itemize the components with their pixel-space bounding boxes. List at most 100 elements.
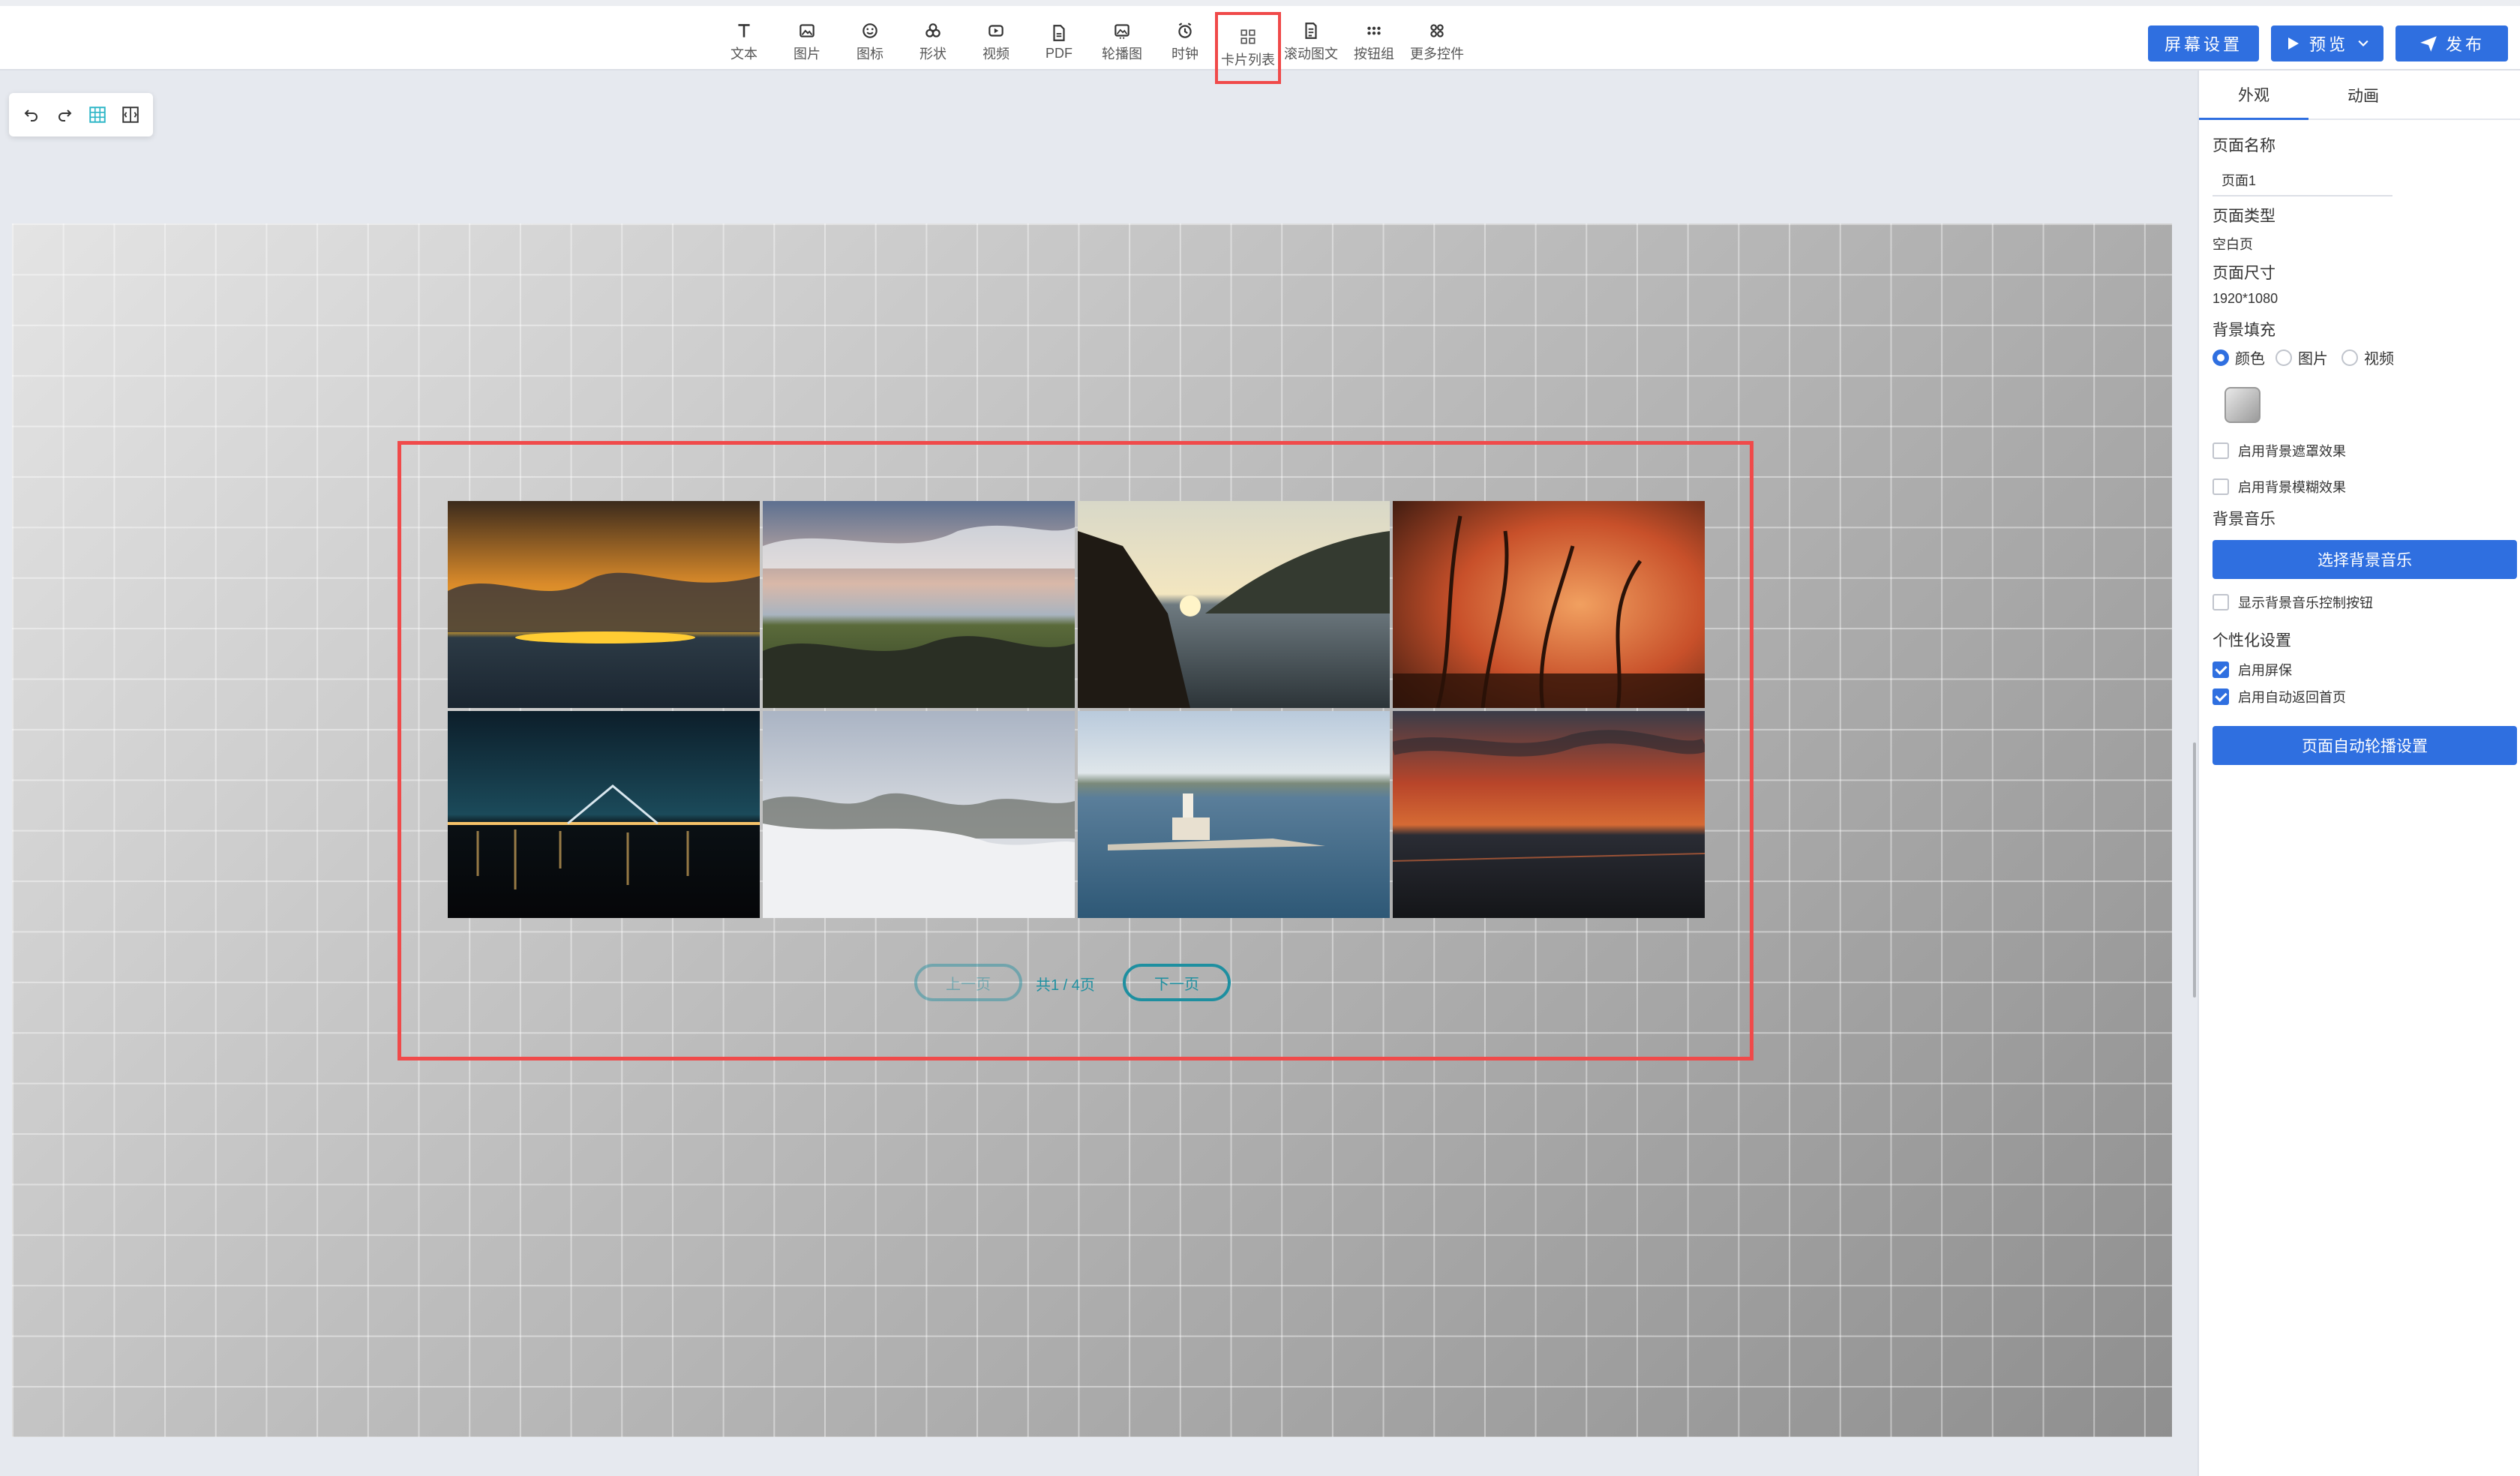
- pdf-icon: [1053, 24, 1065, 41]
- emoji-icon: [862, 23, 878, 38]
- bg-radio-video[interactable]: 视频: [2342, 346, 2394, 368]
- auto-return-checkbox[interactable]: 启用自动返回首页: [2212, 687, 2346, 706]
- scroll-text-icon: [1305, 22, 1317, 39]
- panel-tabs: 外观 动画: [2199, 70, 2520, 120]
- redo-icon[interactable]: [52, 102, 77, 128]
- radio-label: 图片: [2298, 351, 2328, 368]
- personal-settings-label: 个性化设置: [2212, 632, 2291, 650]
- tool-shape[interactable]: 形状: [902, 14, 964, 70]
- card-photo[interactable]: [448, 501, 760, 708]
- chevron-down-icon: [2358, 40, 2368, 47]
- screensaver-checkbox[interactable]: 启用屏保: [2212, 660, 2292, 680]
- preview-button[interactable]: 预览: [2271, 26, 2384, 62]
- checkbox-label: 启用背景模糊效果: [2238, 480, 2346, 495]
- checkbox-label: 启用背景遮罩效果: [2238, 444, 2346, 459]
- video-icon: [988, 25, 1004, 37]
- tool-label: 滚动图文: [1284, 46, 1338, 62]
- photo-grid: [448, 501, 1708, 918]
- tool-label: 卡片列表: [1221, 52, 1275, 68]
- grass-dunes-photo: [763, 501, 1075, 708]
- lighthouse-island-photo: [1078, 711, 1390, 918]
- tab-appearance[interactable]: 外观: [2199, 70, 2308, 120]
- tool-pdf[interactable]: PDF: [1028, 14, 1090, 70]
- card-photo[interactable]: [1078, 501, 1390, 708]
- lake-mountain-photo: [1078, 501, 1390, 708]
- music-control-checkbox[interactable]: 显示背景音乐控制按钮: [2212, 592, 2373, 612]
- foggy-forest-photo: [763, 711, 1075, 918]
- image-icon: [800, 24, 814, 38]
- tool-scroll-text[interactable]: 滚动图文: [1280, 14, 1342, 70]
- tool-carousel[interactable]: 轮播图: [1090, 14, 1154, 70]
- tool-icon[interactable]: 图标: [838, 14, 902, 70]
- canvas-scrollbar[interactable]: [2193, 742, 2196, 998]
- tab-animation[interactable]: 动画: [2308, 70, 2418, 120]
- play-icon: [2288, 38, 2299, 50]
- widget-toolbar: 文本 图片 图标 形状 视频 PDF 轮播图 时钟 卡片列表 滚动图文 按钮组 …: [712, 12, 1468, 84]
- radio-dot: [2212, 349, 2229, 366]
- bg-radio-image[interactable]: 图片: [2276, 346, 2328, 368]
- button-group-icon: [1367, 26, 1381, 35]
- checkbox-box: [2212, 478, 2229, 495]
- shapes-icon: [926, 23, 940, 38]
- card-list-icon: [1240, 29, 1256, 44]
- page-name-input[interactable]: [2212, 165, 2392, 196]
- page-type-value: 空白页: [2212, 237, 2253, 252]
- tool-text[interactable]: 文本: [712, 14, 776, 70]
- auto-carousel-button[interactable]: 页面自动轮播设置: [2212, 726, 2517, 765]
- radio-dot: [2276, 349, 2292, 366]
- checkbox-label: 启用自动返回首页: [2238, 690, 2346, 705]
- tool-label: 形状: [920, 46, 946, 62]
- card-photo[interactable]: [763, 711, 1075, 918]
- tool-label: 文本: [730, 46, 758, 62]
- tool-label: 按钮组: [1354, 46, 1394, 62]
- screen-settings-button[interactable]: 屏幕设置: [2148, 26, 2259, 62]
- card-photo[interactable]: [1393, 501, 1705, 708]
- checkbox-box: [2212, 594, 2229, 610]
- tool-image[interactable]: 图片: [776, 14, 838, 70]
- carousel-icon: [1114, 24, 1130, 39]
- tool-label: PDF: [1046, 45, 1072, 61]
- next-page-button[interactable]: 下一页: [1123, 964, 1231, 1001]
- red-clouds-sea-photo: [1393, 711, 1705, 918]
- mask-effect-checkbox[interactable]: 启用背景遮罩效果: [2212, 441, 2346, 460]
- screen-settings-label: 屏幕设置: [2164, 35, 2242, 54]
- city-night-bridge-photo: [448, 711, 760, 918]
- tool-label: 更多控件: [1410, 46, 1464, 62]
- card-photo[interactable]: [448, 711, 760, 918]
- card-photo[interactable]: [1393, 711, 1705, 918]
- tool-clock[interactable]: 时钟: [1154, 14, 1216, 70]
- tool-more-widgets[interactable]: 更多控件: [1406, 14, 1468, 70]
- blur-effect-checkbox[interactable]: 启用背景模糊效果: [2212, 477, 2346, 496]
- clock-icon: [1178, 22, 1192, 38]
- publish-label: 发布: [2445, 35, 2485, 54]
- tool-button-group[interactable]: 按钮组: [1342, 14, 1406, 70]
- grid-icon[interactable]: [85, 102, 110, 128]
- prev-page-button[interactable]: 上一页: [914, 964, 1022, 1001]
- tool-label: 视频: [982, 46, 1010, 62]
- bg-music-label: 背景音乐: [2212, 511, 2276, 528]
- choose-music-button[interactable]: 选择背景音乐: [2212, 540, 2517, 579]
- checkbox-label: 启用屏保: [2238, 663, 2292, 678]
- card-photo[interactable]: [763, 501, 1075, 708]
- send-icon: [2420, 36, 2437, 52]
- tool-label: 图标: [856, 46, 884, 62]
- more-widgets-icon: [1430, 24, 1444, 38]
- bg-radio-color[interactable]: 颜色: [2212, 346, 2265, 368]
- undo-icon[interactable]: [19, 102, 44, 128]
- checkbox-box: [2212, 662, 2229, 678]
- text-icon: [738, 24, 750, 38]
- top-toolbar: 文本 图片 图标 形状 视频 PDF 轮播图 时钟 卡片列表 滚动图文 按钮组 …: [0, 0, 2520, 84]
- card-photo[interactable]: [1078, 711, 1390, 918]
- tool-label: 图片: [794, 46, 820, 62]
- page-type-label: 页面类型: [2212, 208, 2276, 225]
- bg-color-swatch[interactable]: [2224, 387, 2260, 423]
- tool-video[interactable]: 视频: [964, 14, 1028, 70]
- publish-button[interactable]: 发布: [2396, 26, 2508, 62]
- design-canvas[interactable]: 上一页 共1 / 4页 下一页: [12, 224, 2172, 1437]
- grass-sunset-photo: [1393, 501, 1705, 708]
- radio-label: 颜色: [2235, 351, 2265, 368]
- card-list-widget[interactable]: 上一页 共1 / 4页 下一页: [398, 441, 1754, 1060]
- page-name-label: 页面名称: [2212, 137, 2276, 154]
- align-icon[interactable]: [118, 102, 143, 128]
- tool-card-list[interactable]: 卡片列表: [1215, 12, 1281, 84]
